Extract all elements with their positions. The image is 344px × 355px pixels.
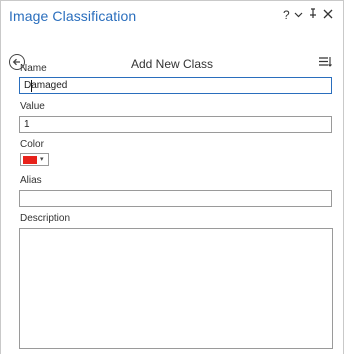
value-field-value: 1: [24, 119, 30, 130]
options-menu-icon: [319, 57, 332, 67]
close-button[interactable]: [323, 8, 333, 22]
color-picker-button[interactable]: ▾: [20, 153, 49, 166]
alias-label: Alias: [20, 175, 42, 186]
name-field[interactable]: Damaged: [19, 77, 332, 94]
name-label: Name: [20, 63, 47, 74]
subheader: Add New Class: [1, 27, 343, 71]
subheader-title: Add New Class: [130, 57, 214, 71]
pane-title: Image Classification: [9, 8, 137, 24]
value-field[interactable]: 1: [19, 116, 332, 133]
image-classification-pane: Image Classification ? Add New Class Nam…: [0, 0, 344, 354]
color-swatch: [23, 156, 37, 164]
chevron-down-icon: [294, 12, 303, 18]
pin-icon: [310, 8, 316, 18]
description-label: Description: [20, 213, 71, 224]
options-menu-button[interactable]: [318, 55, 334, 69]
pane-titlebar: Image Classification ?: [1, 1, 343, 27]
pane-options-dropdown[interactable]: [294, 8, 303, 22]
text-cursor: [31, 80, 32, 92]
dropdown-arrow-icon: ▾: [40, 156, 44, 163]
pin-button[interactable]: [308, 8, 318, 22]
close-icon: [323, 9, 333, 19]
help-button[interactable]: ?: [283, 8, 290, 22]
alias-field[interactable]: [19, 190, 332, 207]
value-label: Value: [20, 101, 45, 112]
description-textarea[interactable]: [19, 228, 333, 349]
color-label: Color: [20, 139, 44, 150]
